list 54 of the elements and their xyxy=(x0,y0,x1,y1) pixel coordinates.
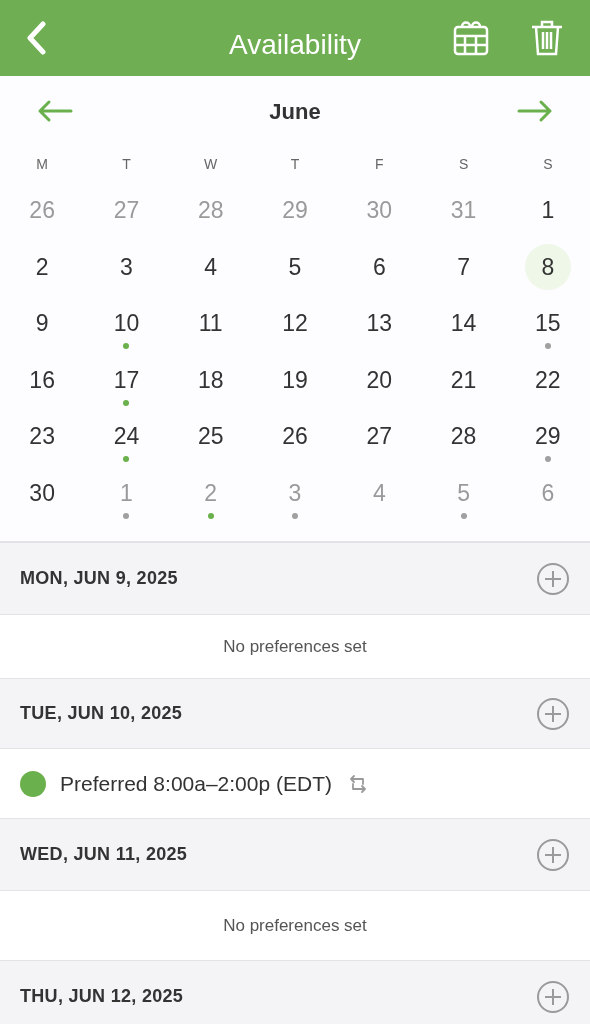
calendar-day[interactable]: 10 xyxy=(103,300,150,347)
weekday-label: W xyxy=(204,154,218,174)
calendar-day[interactable]: 11 xyxy=(187,300,234,347)
day-title: TUE, JUN 10, 2025 xyxy=(20,702,183,725)
weekday-label: S xyxy=(543,154,553,174)
empty-message: No preferences set xyxy=(223,914,367,937)
empty-message: No preferences set xyxy=(223,635,367,658)
calendar-day[interactable]: 28 xyxy=(440,413,487,460)
previous-month-arrow-icon[interactable] xyxy=(36,99,74,123)
calendar-day[interactable]: 23 xyxy=(19,413,66,460)
weekday-label: S xyxy=(458,154,469,174)
calendar-day[interactable]: 25 xyxy=(187,413,234,460)
calendar-day[interactable]: 14 xyxy=(440,300,487,347)
calendar-day[interactable]: 4 xyxy=(187,243,234,290)
calendar-day[interactable]: 2 xyxy=(19,243,66,290)
day-title: MON, JUN 9, 2025 xyxy=(20,567,178,590)
calendar-day[interactable]: 7 xyxy=(440,243,487,290)
calendar-day[interactable]: 30 xyxy=(19,469,66,516)
add-icon[interactable] xyxy=(536,696,570,731)
calendar-day[interactable]: 21 xyxy=(440,356,487,403)
calendar-day[interactable]: 19 xyxy=(272,356,318,403)
calendar-day[interactable]: 12 xyxy=(272,300,318,347)
calendar-day[interactable]: 5 xyxy=(272,243,318,290)
add-icon[interactable] xyxy=(536,837,570,872)
calendar-day[interactable]: 13 xyxy=(356,300,403,347)
next-month-arrow-icon[interactable] xyxy=(516,99,554,123)
preference-text: Preferred 8:00a–2:00p (EDT) xyxy=(60,770,332,797)
calendar-day[interactable]: 20 xyxy=(356,356,403,403)
calendar-day[interactable]: 17 xyxy=(103,356,150,403)
calendar-day[interactable]: 27 xyxy=(356,413,403,460)
calendar-day[interactable]: 18 xyxy=(187,356,234,403)
calendar-day[interactable]: 24 xyxy=(103,413,150,460)
trash-icon[interactable] xyxy=(530,19,564,57)
calendar-day[interactable]: 29 xyxy=(524,413,571,460)
day-title: WED, JUN 11, 2025 xyxy=(20,843,188,866)
calendar-day[interactable]: 22 xyxy=(524,356,571,403)
calendar-day[interactable]: 8 xyxy=(524,243,571,290)
calendar-day[interactable]: 3 xyxy=(103,243,150,290)
add-icon[interactable] xyxy=(536,561,570,596)
weekday-label: T xyxy=(122,154,131,174)
calendar-day[interactable]: 9 xyxy=(19,300,66,347)
month-title: June xyxy=(269,97,321,126)
weekday-label: M xyxy=(36,154,48,174)
day-title: THU, JUN 12, 2025 xyxy=(20,985,184,1008)
calendar-day[interactable]: 1 xyxy=(524,187,571,234)
calendar-day[interactable]: 16 xyxy=(19,356,66,403)
screen-title: Availability xyxy=(229,29,361,60)
calendar-day[interactable]: 26 xyxy=(272,413,318,460)
weekday-label: T xyxy=(290,154,300,174)
weekday-label: F xyxy=(375,154,384,174)
calendar-day[interactable]: 15 xyxy=(524,300,571,347)
calendar-day[interactable]: 6 xyxy=(356,243,403,290)
calendar-icon[interactable] xyxy=(452,19,490,57)
add-icon[interactable] xyxy=(536,979,570,1014)
